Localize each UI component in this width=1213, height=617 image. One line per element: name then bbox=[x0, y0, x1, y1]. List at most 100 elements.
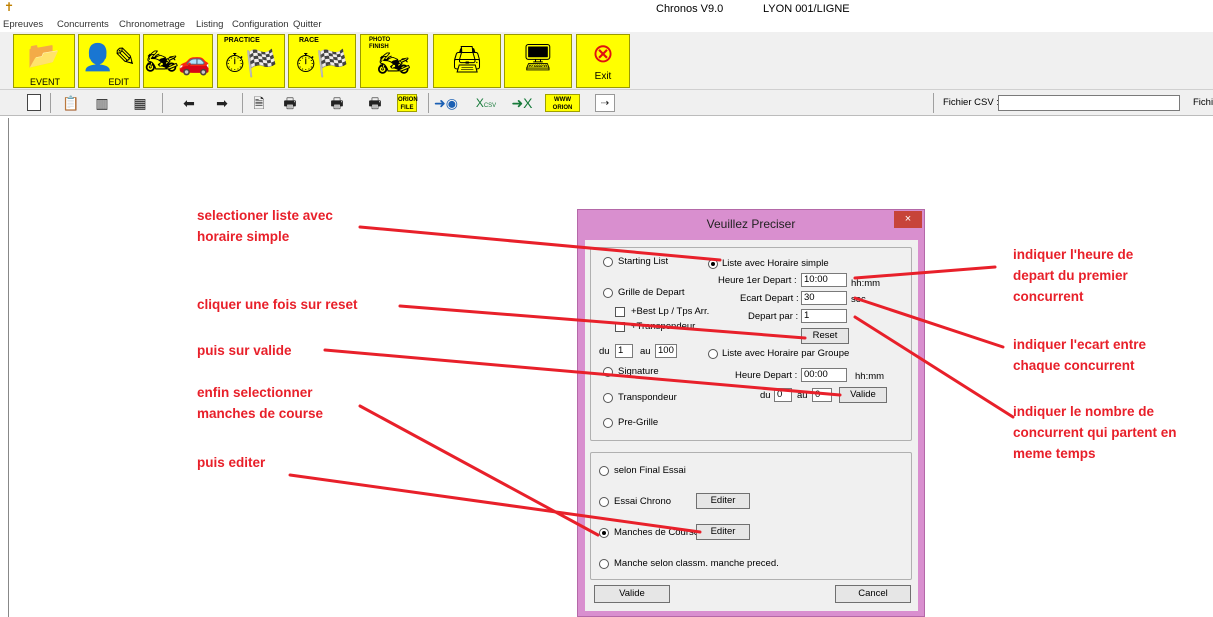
motorcycle-icon: 🏍 bbox=[377, 48, 411, 78]
printer-icon: 🖨 bbox=[450, 44, 484, 74]
network-button[interactable]: 🖥 bbox=[504, 34, 572, 88]
dialog-veuillez-preciser: Veuillez Preciser × Starting List Grille… bbox=[577, 209, 925, 617]
import-icon[interactable]: ⇢ bbox=[595, 94, 615, 112]
manche-classm-label: Manche selon classm. manche preced. bbox=[614, 558, 779, 569]
selon-final-essai-label: selon Final Essai bbox=[614, 465, 686, 476]
preview-icon[interactable]: 🗎 bbox=[250, 94, 268, 112]
csv-file-label-2: Fichie bbox=[1193, 97, 1213, 108]
radio-starting-list[interactable] bbox=[603, 257, 613, 267]
menu-chronometrage[interactable]: Chronometrage bbox=[119, 19, 185, 30]
clock-flag-icon: ⏱🏁 bbox=[224, 48, 278, 78]
editer-manches-button[interactable]: Editer bbox=[696, 524, 750, 540]
event-button[interactable]: 📂 EVENT bbox=[13, 34, 75, 88]
radio-transpondeur[interactable] bbox=[603, 393, 613, 403]
edit-button[interactable]: 👤✎ EDIT bbox=[78, 34, 140, 88]
heure-depart-label: Heure Depart : bbox=[735, 370, 798, 381]
new-page-icon[interactable] bbox=[27, 94, 41, 111]
close-icon[interactable]: × bbox=[894, 211, 922, 228]
grille-depart-label: Grille de Depart bbox=[618, 287, 685, 298]
practice-button[interactable]: PRACTICE ⏱🏁 bbox=[217, 34, 285, 88]
au2-label: au bbox=[797, 390, 808, 401]
checkbox-transpondeur[interactable] bbox=[615, 322, 625, 332]
annotation-manches: enfin selectionner manches de course bbox=[197, 385, 324, 421]
annotation-liste-horaire: selectioner liste avec horaire simple bbox=[197, 208, 333, 244]
photo-finish-button[interactable]: PHOTO FINISH 🏍 bbox=[360, 34, 428, 88]
menu-concurrents[interactable]: Concurrents bbox=[57, 19, 109, 30]
depart-par-label: Depart par : bbox=[748, 311, 799, 322]
print-small-icon[interactable]: 🖶 bbox=[281, 94, 299, 112]
annotation-valide: puis sur valide bbox=[197, 343, 292, 358]
menu-listing[interactable]: Listing bbox=[196, 19, 223, 30]
du-label: du bbox=[599, 346, 610, 357]
heure-1er-depart-input[interactable]: 10:00 bbox=[801, 273, 847, 287]
arrow-left-icon[interactable]: ⬅ bbox=[180, 94, 198, 112]
columns-icon[interactable]: ▥ bbox=[92, 94, 112, 112]
workspace-border bbox=[8, 118, 9, 617]
radio-pre-grille[interactable] bbox=[603, 418, 613, 428]
radio-signature[interactable] bbox=[603, 367, 613, 377]
ecart-depart-label: Ecart Depart : bbox=[740, 293, 799, 304]
exit-button[interactable]: ⊗ Exit bbox=[576, 34, 630, 88]
heure-1er-depart-label: Heure 1er Depart : bbox=[718, 275, 797, 286]
print-setup-icon[interactable]: 🖶 bbox=[365, 94, 385, 112]
radio-liste-horaire-simple[interactable] bbox=[708, 259, 718, 269]
internet-export-icon[interactable]: ➜◉ bbox=[434, 94, 458, 112]
app-icon[interactable]: ✝ bbox=[4, 0, 14, 14]
cancel-button[interactable]: Cancel bbox=[835, 585, 911, 603]
liste-horaire-simple-label: Liste avec Horaire simple bbox=[722, 258, 829, 269]
folder-icon: 📂 bbox=[27, 40, 61, 70]
radio-essai-chrono[interactable] bbox=[599, 497, 609, 507]
www-orion-button[interactable]: WWW ORION bbox=[545, 94, 580, 112]
computer-network-icon: 🖥 bbox=[521, 42, 555, 72]
au2-input[interactable]: 0 bbox=[812, 388, 832, 402]
annotation-editer: puis editer bbox=[197, 455, 266, 470]
hhmm-label-2: hh:mm bbox=[855, 371, 885, 382]
arrow-right-icon[interactable]: ➡ bbox=[213, 94, 231, 112]
reset-button[interactable]: Reset bbox=[801, 328, 849, 344]
title-bar bbox=[0, 0, 1213, 18]
radio-grille-depart[interactable] bbox=[603, 288, 613, 298]
dialog-title: Veuillez Preciser bbox=[706, 217, 796, 231]
vehicles-button[interactable]: 🏍🚗 bbox=[143, 34, 213, 88]
exit-icon: ⊗ bbox=[592, 38, 614, 68]
app-title: Chronos V9.0 bbox=[656, 3, 724, 15]
heure-depart-input[interactable]: 00:00 bbox=[801, 368, 847, 382]
annotation-nombre: indiquer le nombre de concurrent qui par… bbox=[1013, 404, 1177, 461]
radio-liste-horaire-groupe[interactable] bbox=[708, 349, 718, 359]
car-moto-icon: 🏍🚗 bbox=[145, 46, 211, 76]
annotation-reset: cliquer une fois sur reset bbox=[197, 297, 358, 312]
clipboard-icon[interactable]: 📋 bbox=[62, 94, 79, 112]
transpondeur-chk-label: +Transpondeur bbox=[631, 321, 696, 332]
csv-file-input[interactable] bbox=[998, 95, 1180, 111]
du2-label: du bbox=[760, 390, 771, 401]
checkbox-best-lp[interactable] bbox=[615, 307, 625, 317]
hhmm-label: hh:mm bbox=[851, 278, 881, 289]
valide-small-button[interactable]: Valide bbox=[839, 387, 887, 403]
transpondeur-label: Transpondeur bbox=[618, 392, 677, 403]
orion-file-button[interactable]: ORION FILE bbox=[397, 94, 418, 112]
radio-manches-course[interactable] bbox=[599, 528, 609, 538]
excel-csv-icon[interactable]: XCSV bbox=[471, 94, 501, 112]
main-toolbar: 📂 EVENT 👤✎ EDIT 🏍🚗 PRACTICE ⏱🏁 RACE ⏱🏁 P… bbox=[0, 32, 1213, 90]
valide-button[interactable]: Valide bbox=[594, 585, 670, 603]
du2-input[interactable]: 0 bbox=[774, 388, 792, 402]
du-input[interactable]: 1 bbox=[615, 344, 633, 358]
excel-export-icon[interactable]: ➜X bbox=[508, 94, 536, 112]
dialog-body: Starting List Grille de Depart +Best Lp … bbox=[585, 240, 918, 611]
editer-essai-button[interactable]: Editer bbox=[696, 493, 750, 509]
menu-epreuves[interactable]: Epreuves bbox=[3, 19, 43, 30]
radio-selon-final-essai[interactable] bbox=[599, 466, 609, 476]
au-input[interactable]: 100 bbox=[655, 344, 677, 358]
menu-configuration[interactable]: Configuration bbox=[232, 19, 289, 30]
au-label: au bbox=[640, 346, 651, 357]
print-button[interactable]: 🖨 bbox=[433, 34, 501, 88]
signature-label: Signature bbox=[618, 366, 659, 377]
arrow-manches-course bbox=[358, 404, 600, 537]
race-button[interactable]: RACE ⏱🏁 bbox=[288, 34, 356, 88]
print-small2-icon[interactable]: 🖶 bbox=[328, 94, 346, 112]
depart-par-input[interactable]: 1 bbox=[801, 309, 847, 323]
menu-quitter[interactable]: Quitter bbox=[293, 19, 322, 30]
radio-manche-classm[interactable] bbox=[599, 559, 609, 569]
ecart-depart-input[interactable]: 30 bbox=[801, 291, 847, 305]
grid-icon[interactable]: ▦ bbox=[130, 94, 150, 112]
